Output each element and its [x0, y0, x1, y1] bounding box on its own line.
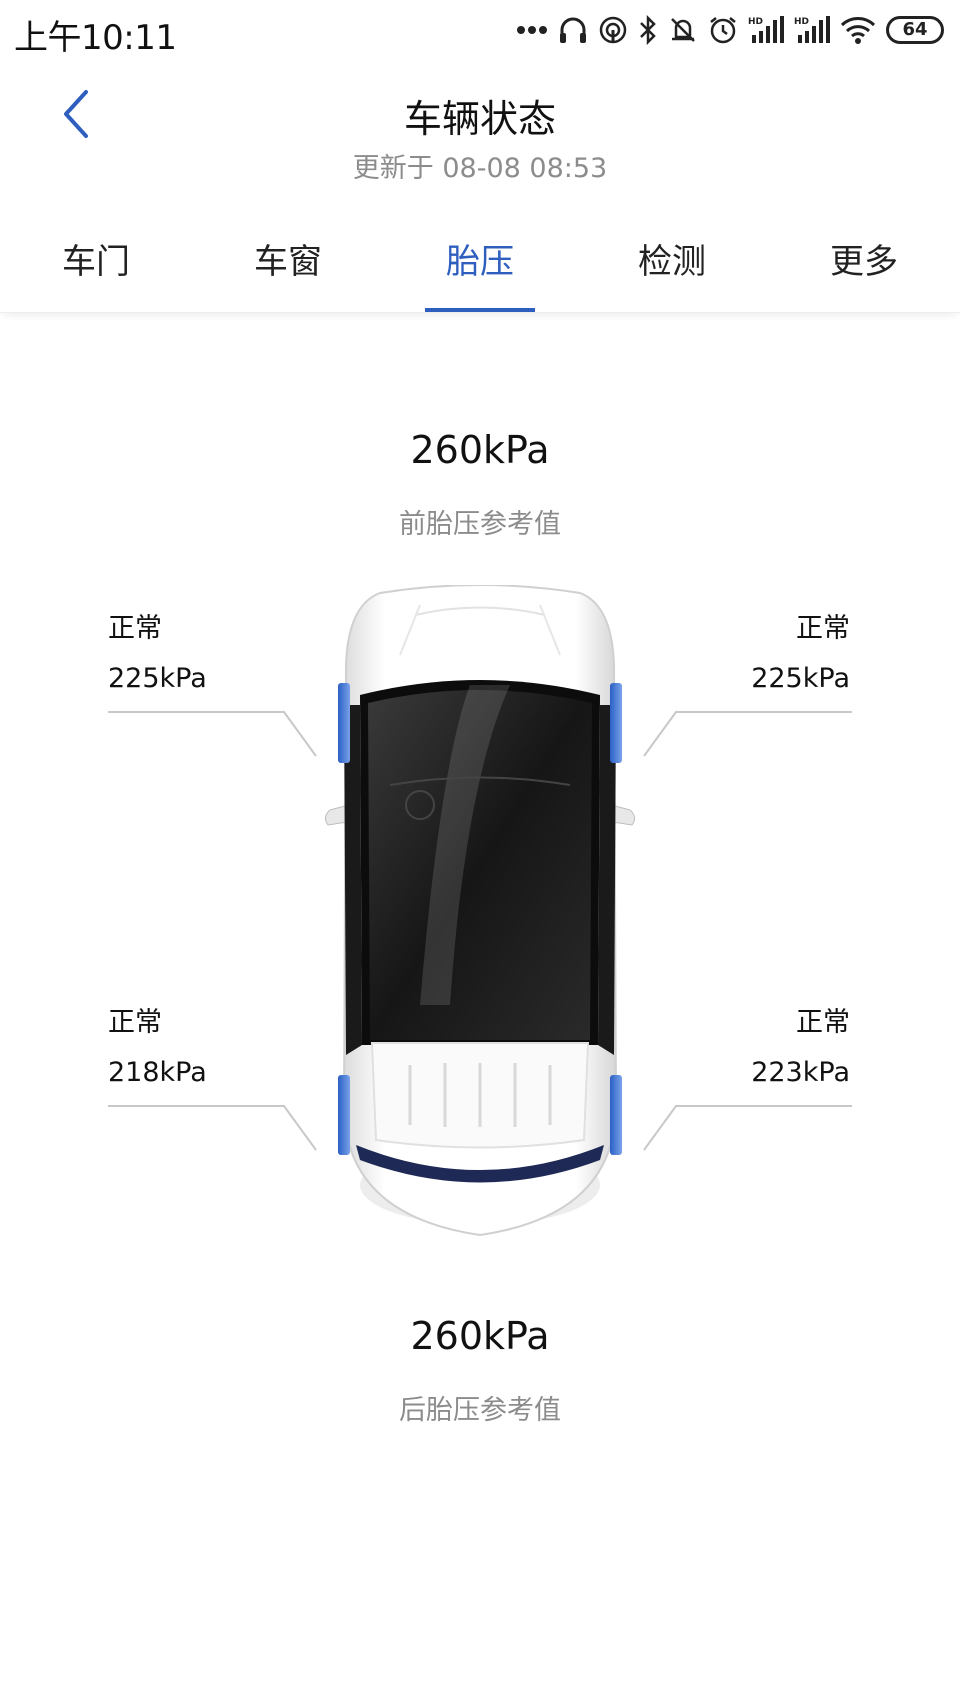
- leader-line-rear-left: [108, 1105, 317, 1151]
- headphones-icon: [560, 17, 586, 43]
- tire-rear-right-marker: [610, 1075, 622, 1155]
- signal-hd-icon: HD: [748, 16, 784, 43]
- bluetooth-icon: [640, 15, 656, 45]
- tire-pressure-value: 218kPa: [108, 1057, 207, 1088]
- status-time: 上午10:11: [14, 18, 177, 58]
- tire-status: 正常: [796, 1007, 850, 1038]
- svg-text:HD: HD: [794, 17, 809, 27]
- tire-status: 正常: [108, 613, 162, 644]
- tire-front-right: 正常 225kPa: [610, 606, 850, 694]
- hotspot-icon: [599, 16, 627, 44]
- page-title: 车辆状态: [403, 97, 556, 141]
- tire-rear-left: 正常 218kPa: [108, 1000, 348, 1088]
- tire-pressure-value: 225kPa: [108, 663, 207, 694]
- tire-front-left: 正常 225kPa: [108, 606, 348, 694]
- status-icons: HD HD 64: [516, 12, 944, 48]
- leader-line-front-right: [643, 711, 852, 757]
- tire-status: 正常: [796, 613, 850, 644]
- tire-rear-left-marker: [338, 1075, 350, 1155]
- tab-inspection[interactable]: 检测: [576, 200, 768, 312]
- header: 车辆状态 更新于 08-08 08:53: [0, 60, 960, 190]
- tab-doors[interactable]: 车门: [0, 200, 192, 312]
- update-time: 更新于 08-08 08:53: [352, 153, 608, 184]
- tire-pressure-value: 223kPa: [751, 1057, 850, 1088]
- front-reference-label: 前胎压参考值: [399, 509, 561, 540]
- tire-front-left-marker: [338, 683, 350, 763]
- tire-rear-right: 正常 223kPa: [610, 1000, 850, 1088]
- front-reference-value: 260kPa: [410, 428, 550, 472]
- mute-icon: [671, 18, 695, 42]
- tab-windows[interactable]: 车窗: [192, 200, 384, 312]
- tire-pressure-value: 225kPa: [751, 663, 850, 694]
- leader-line-front-left: [108, 711, 317, 757]
- car-top-view-illustration: [324, 585, 636, 1237]
- tire-status: 正常: [108, 1007, 162, 1038]
- more-dots-icon: [517, 26, 547, 34]
- rear-reference-label: 后胎压参考值: [399, 1395, 561, 1426]
- leader-line-rear-right: [643, 1105, 852, 1151]
- wifi-icon: [840, 17, 876, 44]
- rear-reference-value: 260kPa: [410, 1314, 550, 1358]
- tab-more[interactable]: 更多: [768, 200, 960, 312]
- tab-bar: 车门 车窗 胎压 检测 更多: [0, 200, 960, 313]
- svg-text:HD: HD: [748, 17, 763, 27]
- battery-icon: 64: [886, 16, 944, 44]
- signal-hd-icon: HD: [794, 16, 830, 43]
- tab-tire-pressure[interactable]: 胎压: [384, 200, 576, 312]
- tire-front-right-marker: [610, 683, 622, 763]
- status-bar: 上午10:11 HD HD 64: [0, 0, 960, 60]
- alarm-icon: [710, 17, 736, 44]
